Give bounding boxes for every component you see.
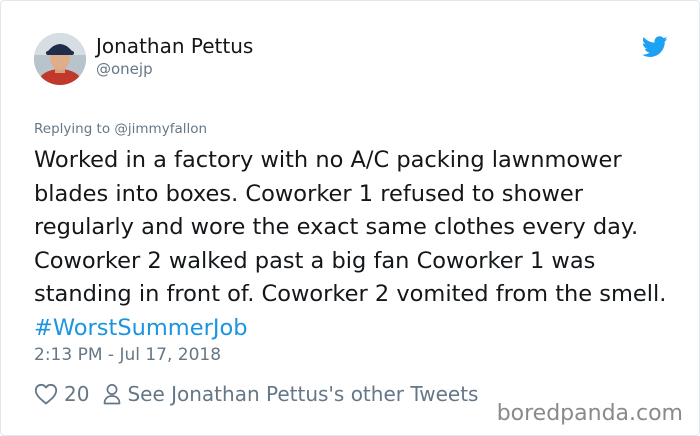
heart-icon[interactable] — [34, 383, 58, 405]
watermark: boredpanda.com — [496, 401, 683, 426]
other-tweets-link[interactable]: See Jonathan Pettus's other Tweets — [127, 382, 478, 406]
tweet-timestamp[interactable]: 2:13 PM - Jul 17, 2018 — [34, 345, 221, 365]
tweet-actions: 20 See Jonathan Pettus's other Tweets — [34, 381, 478, 407]
replying-prefix: Replying to — [34, 121, 111, 137]
tweet-body: Worked in a factory with no A/C packing … — [34, 147, 667, 307]
person-icon[interactable] — [103, 383, 121, 405]
hashtag-link[interactable]: #WorstSummerJob — [34, 315, 248, 341]
twitter-bird-icon[interactable] — [641, 36, 668, 58]
replying-to: Replying to @jimmyfallon — [34, 121, 207, 137]
tweet-card: Jonathan Pettus @onejp Replying to @jimm… — [0, 0, 700, 436]
author-display-name[interactable]: Jonathan Pettus — [96, 34, 253, 58]
avatar[interactable] — [34, 33, 86, 85]
reply-mention-link[interactable]: @jimmyfallon — [114, 121, 207, 137]
tweet-text: Worked in a factory with no A/C packing … — [34, 144, 684, 345]
author-handle[interactable]: @onejp — [96, 60, 153, 78]
like-count[interactable]: 20 — [64, 382, 89, 406]
